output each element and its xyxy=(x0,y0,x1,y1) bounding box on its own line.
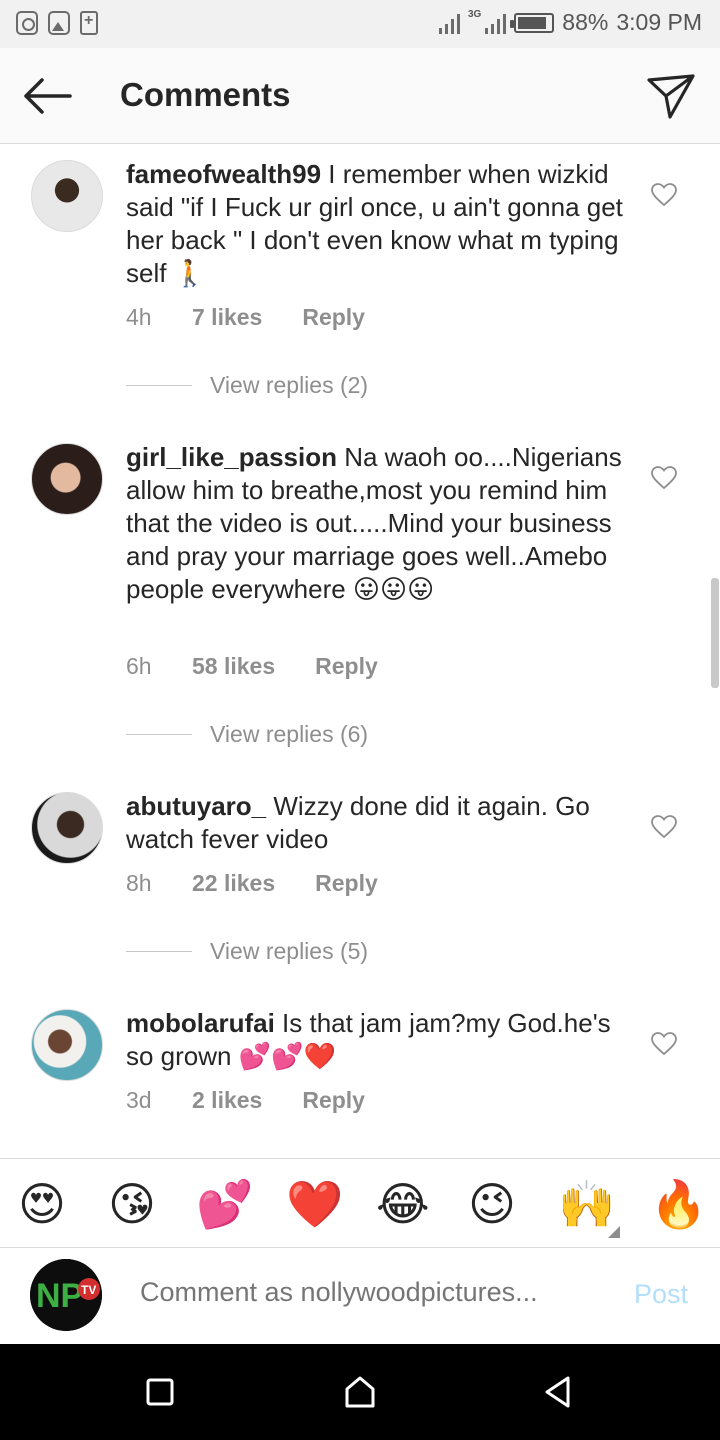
comment-time: 6h xyxy=(126,653,152,679)
status-bar: 3G 88% 3:09 PM xyxy=(0,0,720,48)
reply-button[interactable]: Reply xyxy=(302,304,365,331)
comment-composer: NP TV Post xyxy=(0,1249,720,1344)
battery-icon xyxy=(510,12,555,33)
scrollbar[interactable] xyxy=(711,578,719,688)
signal-icon xyxy=(438,12,460,34)
comment-meta: 3d 2 likes Reply xyxy=(126,1087,365,1114)
avatar[interactable] xyxy=(31,1009,103,1081)
status-right: 3G 88% 3:09 PM xyxy=(438,9,702,36)
heart-icon[interactable] xyxy=(651,183,677,207)
comment-text: girl_like_passion Na waoh oo....Nigerian… xyxy=(126,441,626,606)
home-icon[interactable] xyxy=(342,1374,378,1410)
comment-username[interactable]: mobolarufai xyxy=(126,1008,275,1038)
comment-time: 4h xyxy=(126,304,152,330)
emoji-raised-hands-button[interactable]: 🙌 xyxy=(558,1177,615,1231)
nollywood-logo-icon: NP TV xyxy=(30,1259,102,1331)
heart-icon[interactable] xyxy=(651,466,677,490)
comment-text: mobolarufai Is that jam jam?my God.he's … xyxy=(126,1007,626,1073)
heart-icon[interactable] xyxy=(651,1032,677,1056)
emoji-two-hearts-button[interactable]: 💕 xyxy=(196,1177,253,1231)
avatar[interactable] xyxy=(31,443,103,515)
view-replies-label: View replies (6) xyxy=(210,721,369,747)
reply-button[interactable]: Reply xyxy=(315,870,378,897)
avatar[interactable] xyxy=(31,792,103,864)
emoji-wink-button[interactable]: 😉 xyxy=(468,1177,516,1231)
instagram-icon xyxy=(16,11,38,35)
reply-button[interactable]: Reply xyxy=(315,653,378,680)
network-type: 3G xyxy=(467,9,482,20)
signal-icon-2 xyxy=(485,12,507,34)
square-icon[interactable] xyxy=(142,1374,178,1410)
view-replies-button[interactable]: View replies (2) xyxy=(126,372,368,399)
divider xyxy=(126,951,192,952)
divider xyxy=(126,385,192,386)
navigation-bar xyxy=(0,1344,720,1440)
comment-username[interactable]: abutuyaro_ xyxy=(126,791,266,821)
emoji-kiss-button[interactable]: 😘 xyxy=(108,1177,156,1231)
battery-percent: 88% xyxy=(562,9,609,35)
reply-button[interactable]: Reply xyxy=(302,1087,365,1114)
comment-meta: 8h 22 likes Reply xyxy=(126,870,378,897)
gallery-icon xyxy=(48,11,70,35)
expand-corner-icon[interactable] xyxy=(608,1226,620,1238)
divider xyxy=(126,734,192,735)
likes-link[interactable]: 7 likes xyxy=(192,304,262,331)
battery-saver-icon xyxy=(80,11,98,35)
likes-link[interactable]: 58 likes xyxy=(192,653,275,680)
view-replies-label: View replies (2) xyxy=(210,372,369,398)
likes-link[interactable]: 2 likes xyxy=(192,1087,262,1114)
view-replies-button[interactable]: View replies (6) xyxy=(126,721,368,748)
comment-meta: 4h 7 likes Reply xyxy=(126,304,365,331)
comment-username[interactable]: fameofwealth99 xyxy=(126,159,321,189)
header: Comments xyxy=(0,48,720,144)
avatar[interactable] xyxy=(31,160,103,232)
page-title: Comments xyxy=(120,76,291,113)
comment-input[interactable] xyxy=(140,1277,580,1308)
triangle-back-icon[interactable] xyxy=(540,1374,576,1410)
comment-time: 8h xyxy=(126,870,152,896)
emoji-fire-button[interactable]: 🔥 xyxy=(650,1177,707,1231)
notification-icons xyxy=(16,11,98,35)
arrow-left-icon[interactable] xyxy=(22,76,72,116)
comment-time: 3d xyxy=(126,1087,152,1113)
view-replies-button[interactable]: View replies (5) xyxy=(126,938,368,965)
comment-username[interactable]: girl_like_passion xyxy=(126,442,337,472)
emoji-red-heart-button[interactable]: ❤️ xyxy=(286,1177,343,1231)
post-button[interactable]: Post xyxy=(634,1279,688,1310)
comment-text: fameofwealth99 I remember when wizkid sa… xyxy=(126,158,626,290)
emoji-joy-button[interactable]: 😂 xyxy=(376,1177,430,1231)
logo-letters: NP xyxy=(36,1277,83,1315)
comment-meta: 6h 58 likes Reply xyxy=(126,653,378,680)
comment-text: abutuyaro_ Wizzy done did it again. Go w… xyxy=(126,790,626,856)
avatar: NP TV xyxy=(30,1259,102,1331)
emoji-heart-eyes-button[interactable]: 😍 xyxy=(18,1177,66,1231)
clock: 3:09 PM xyxy=(616,9,702,35)
view-replies-label: View replies (5) xyxy=(210,938,369,964)
paper-plane-icon[interactable] xyxy=(646,72,696,120)
likes-link[interactable]: 22 likes xyxy=(192,870,275,897)
heart-icon[interactable] xyxy=(651,815,677,839)
logo-badge: TV xyxy=(81,1283,96,1297)
